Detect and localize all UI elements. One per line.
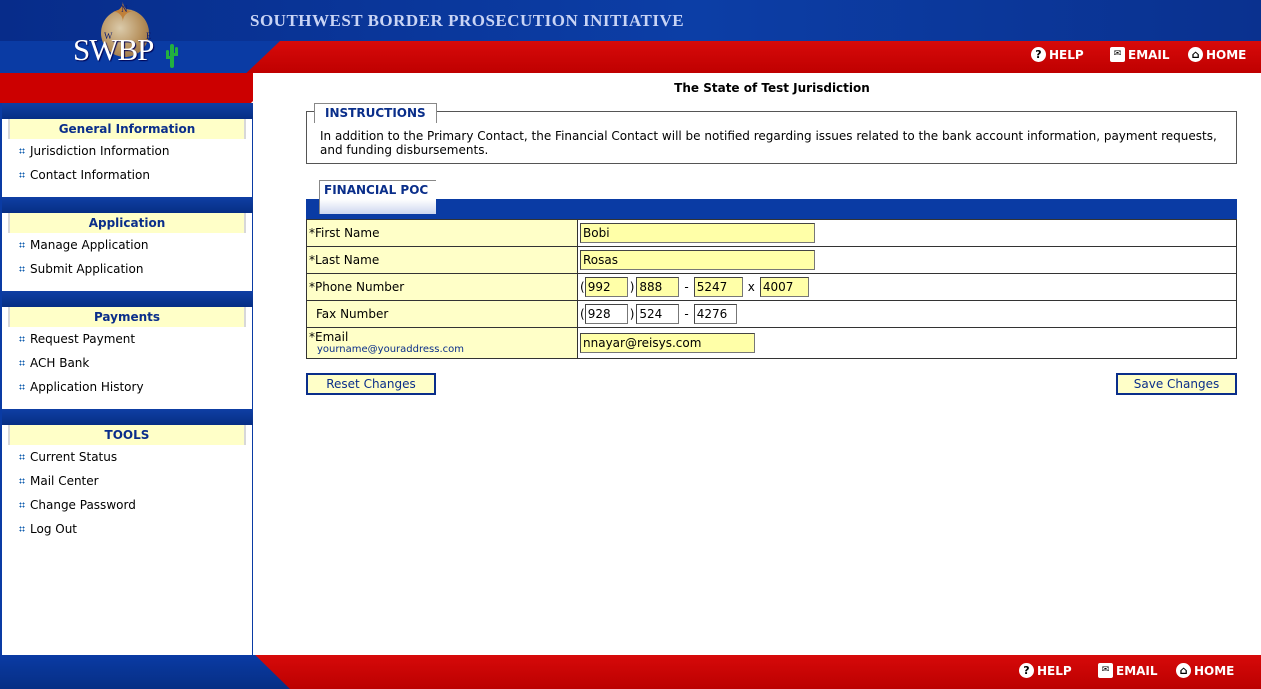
header-help-link[interactable]: ? HELP [1031,47,1084,62]
bullet-icon [19,384,25,390]
header-home-link[interactable]: ⌂ HOME [1188,47,1246,62]
jurisdiction-title: The State of Test Jurisdiction [674,81,870,95]
sidebar-item-mail-center[interactable]: Mail Center [2,469,253,493]
first-name-label: *First Name [306,219,578,247]
email-row: *Email yourname@youraddress.com [306,327,1237,359]
help-icon: ? [1019,663,1034,678]
help-icon: ? [1031,47,1046,62]
phone-prefix-input[interactable] [636,277,680,297]
header-home-label: HOME [1206,47,1247,62]
footer-email-label: EMAIL [1116,663,1158,678]
footer-help-link[interactable]: ? HELP [1019,663,1072,678]
save-changes-button[interactable]: Save Changes [1116,373,1237,395]
home-icon: ⌂ [1176,663,1191,678]
logo[interactable]: SWBP [73,34,154,65]
sidebar-section-title: Payments [8,307,246,327]
phone-ext-input[interactable] [759,277,809,297]
email-label: *Email [309,330,349,344]
fax-label: Fax Number [306,300,578,328]
sidebar-section-general: General Information Jurisdiction Informa… [2,103,253,187]
bullet-icon [19,172,25,178]
bullet-icon [19,502,25,508]
footer-home-link[interactable]: ⌂ HOME [1176,663,1234,678]
site-title: SOUTHWEST BORDER PROSECUTION INITIATIVE [250,11,685,30]
sidebar-item-ach-bank[interactable]: ACH Bank [2,351,253,375]
home-icon: ⌂ [1188,47,1203,62]
phone-row: *Phone Number ( ) - x [306,273,1237,301]
sidebar-item-contact-information[interactable]: Contact Information [2,163,253,187]
cactus-icon [166,44,178,68]
fax-area-input[interactable] [584,304,628,324]
sidebar-section-title: General Information [8,119,246,139]
sidebar-section-application: Application Manage Application Submit Ap… [2,197,253,281]
sidebar-section-payments: Payments Request Payment ACH Bank Applic… [2,291,253,399]
sidebar-item-application-history[interactable]: Application History [2,375,253,399]
sidebar-item-request-payment[interactable]: Request Payment [2,327,253,351]
last-name-row: *Last Name [306,246,1237,274]
footer-help-label: HELP [1037,663,1072,678]
financial-poc-title: FINANCIAL POC [319,180,436,214]
last-name-input[interactable] [580,250,815,270]
header-email-link[interactable]: ✉ EMAIL [1110,47,1170,62]
footer: ? HELP ✉ EMAIL ⌂ HOME [0,655,1261,689]
sidebar-section-bar [2,291,253,307]
sidebar-section-bar [2,103,253,119]
financial-poc-form: *First Name *Last Name *Phone Number ( )… [306,219,1237,359]
bullet-icon [19,478,25,484]
email-hint: yourname@youraddress.com [317,344,464,355]
sidebar-item-jurisdiction-information[interactable]: Jurisdiction Information [2,139,253,163]
fax-row: Fax Number ( ) - [306,300,1237,328]
first-name-row: *First Name [306,219,1237,247]
email-icon: ✉ [1098,663,1113,678]
sidebar-item-change-password[interactable]: Change Password [2,493,253,517]
first-name-input[interactable] [580,223,815,243]
sidebar-section-bar [2,197,253,213]
sidebar: General Information Jurisdiction Informa… [0,103,253,655]
bullet-icon [19,148,25,154]
last-name-label: *Last Name [306,246,578,274]
footer-blue-wedge [0,655,290,689]
sidebar-section-tools: TOOLS Current Status Mail Center Change … [2,409,253,541]
fax-line-input[interactable] [693,304,737,324]
phone-label: *Phone Number [306,273,578,301]
main-content: The State of Test Jurisdiction INSTRUCTI… [253,73,1261,655]
sidebar-section-title: Application [8,213,246,233]
header-email-label: EMAIL [1128,47,1170,62]
sidebar-section-title: TOOLS [8,425,246,445]
email-icon: ✉ [1110,47,1125,62]
email-input[interactable] [580,333,755,353]
footer-home-label: HOME [1194,663,1235,678]
fax-prefix-input[interactable] [636,304,680,324]
compass-n: N [121,4,128,14]
bullet-icon [19,266,25,272]
financial-poc-bar [306,199,1237,219]
bullet-icon [19,336,25,342]
sidebar-item-manage-application[interactable]: Manage Application [2,233,253,257]
sidebar-item-submit-application[interactable]: Submit Application [2,257,253,281]
sidebar-item-current-status[interactable]: Current Status [2,445,253,469]
phone-line-input[interactable] [693,277,743,297]
header-help-label: HELP [1049,47,1084,62]
sidebar-item-log-out[interactable]: Log Out [2,517,253,541]
bullet-icon [19,454,25,460]
instructions-title: INSTRUCTIONS [314,103,437,123]
bullet-icon [19,526,25,532]
instructions-text: In addition to the Primary Contact, the … [320,129,1217,157]
footer-email-link[interactable]: ✉ EMAIL [1098,663,1158,678]
phone-area-input[interactable] [584,277,628,297]
sidebar-section-bar [2,409,253,425]
bullet-icon [19,360,25,366]
header-red-wedge [0,73,282,103]
reset-changes-button[interactable]: Reset Changes [306,373,436,395]
bullet-icon [19,242,25,248]
